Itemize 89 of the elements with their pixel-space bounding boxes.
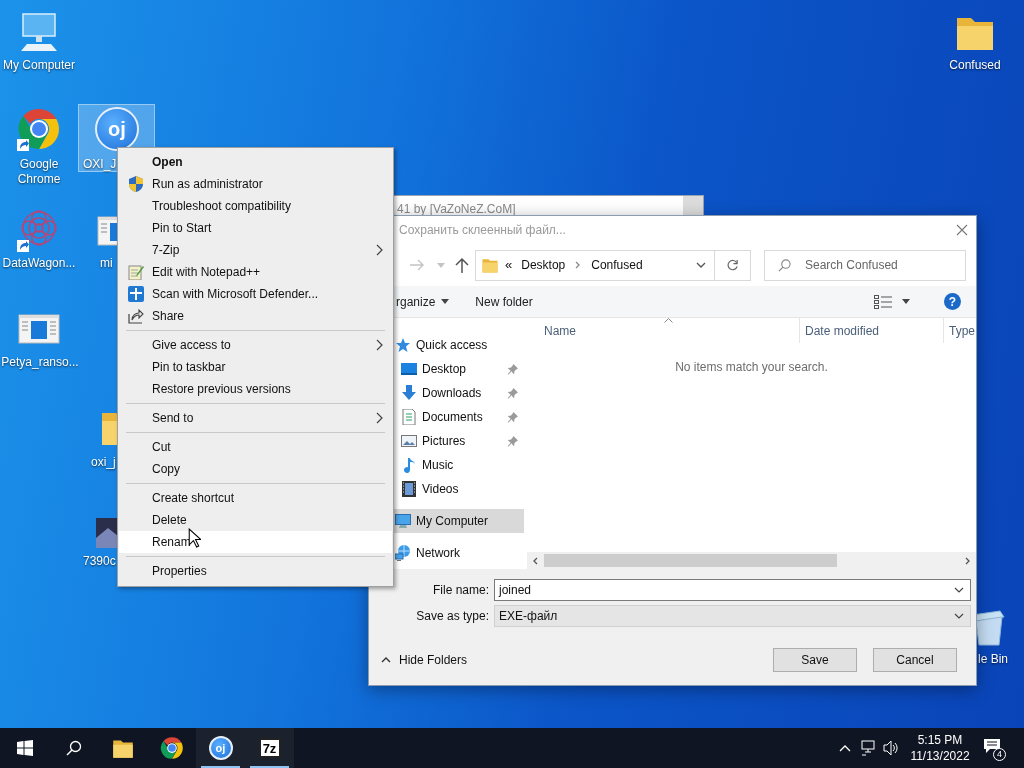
column-header[interactable]: Type: [943, 318, 976, 343]
running-indicator: [250, 766, 289, 768]
field-label: Save as type:: [415, 608, 489, 625]
pin-icon[interactable]: [507, 387, 518, 399]
archive-logo-icon: 7z: [258, 738, 281, 758]
window-title: 41 by [VaZoNeZ.CoM]: [397, 201, 516, 218]
field-label: File name:: [431, 582, 489, 599]
chevron-up-icon: [381, 657, 391, 663]
windows-logo-icon: [16, 740, 33, 756]
breadcrumb[interactable]: Confused: [591, 256, 643, 274]
desktop-icon-label[interactable]: oxi_j: [91, 455, 116, 470]
menu-item[interactable]: Run as administrator: [119, 173, 392, 195]
menu-item[interactable]: Pin to Start: [119, 217, 392, 239]
search-field[interactable]: Search Confused: [764, 249, 966, 281]
dropdown-chevron-icon[interactable]: [954, 613, 964, 619]
refresh-icon: [726, 258, 739, 272]
pin-icon[interactable]: [507, 435, 518, 447]
help-button[interactable]: ?: [944, 293, 961, 310]
share-icon: [128, 308, 144, 324]
notepad-icon: [128, 264, 144, 280]
address-bar[interactable]: « Desktop Confused: [475, 249, 715, 281]
scroll-left-icon[interactable]: [532, 556, 538, 565]
toolbar-button[interactable]: New folder: [475, 292, 533, 311]
taskbar-app[interactable]: 7z: [245, 728, 294, 768]
column-header[interactable]: Date modified: [799, 318, 943, 343]
search-icon: [778, 258, 791, 272]
desktop-icon: [401, 361, 417, 377]
scroll-box: [683, 196, 703, 216]
file-name-field[interactable]: joined: [494, 579, 971, 601]
document-icon: [401, 409, 417, 425]
chevron-right-icon: [575, 261, 582, 269]
desktop-icon-label[interactable]: 7390c: [83, 554, 116, 569]
film-icon: [401, 481, 417, 497]
menu-item[interactable]: Troubleshoot compatibility: [119, 195, 392, 217]
menu-item[interactable]: Open: [119, 151, 392, 173]
desktop-icon-label[interactable]: mi: [100, 256, 113, 271]
pin-icon[interactable]: [507, 363, 518, 375]
desktop-icon-label[interactable]: Petya_ranso...: [0, 355, 80, 370]
chevron-up-icon[interactable]: [839, 744, 851, 752]
hide-folders-button[interactable]: Hide Folders: [381, 651, 468, 669]
sort-caret-icon: [664, 318, 673, 323]
save-button[interactable]: Save: [773, 648, 857, 672]
view-options-icon[interactable]: [874, 294, 892, 309]
picture-icon: [401, 433, 417, 449]
shield-icon: [128, 176, 144, 192]
scroll-right-icon[interactable]: [965, 556, 971, 565]
breadcrumb[interactable]: Desktop: [521, 256, 566, 274]
caret-icon[interactable]: [902, 299, 910, 304]
menu-item[interactable]: Edit with Notepad++: [119, 261, 392, 283]
caret-icon: [441, 299, 450, 304]
scrollbar-thumb[interactable]: [544, 554, 837, 567]
close-icon[interactable]: [956, 224, 968, 236]
pin-icon[interactable]: [507, 411, 518, 423]
dropdown-chevron-icon[interactable]: [696, 262, 706, 268]
desktop-icon-label[interactable]: Confused: [940, 58, 1010, 73]
cancel-button[interactable]: Cancel: [873, 648, 957, 672]
clock-date: 11/13/2022: [910, 748, 970, 764]
network-icon: [395, 545, 411, 561]
up-arrow-icon[interactable]: [455, 257, 469, 273]
file-type-dropdown[interactable]: EXE-файл: [494, 605, 971, 627]
network-icon[interactable]: [861, 740, 877, 756]
computer-icon: [395, 513, 411, 529]
star-icon: [395, 337, 411, 353]
shield-cross-icon: [128, 286, 144, 302]
notification-button[interactable]: 4: [983, 738, 1003, 758]
refresh-button[interactable]: [715, 249, 751, 281]
browser-icon: [158, 735, 185, 761]
desktop-icon-label[interactable]: le Bin: [978, 652, 1009, 667]
overflow-chevron[interactable]: «: [505, 255, 513, 275]
dialog-title: Сохранить склеенный файл...: [399, 222, 566, 239]
toolbar-button[interactable]: rganize: [396, 292, 450, 311]
menu-item[interactable]: 7-Zip: [119, 239, 392, 261]
running-indicator: [201, 766, 240, 768]
column-header[interactable]: Name: [527, 318, 799, 343]
download-arrow-icon: [401, 385, 417, 401]
clock[interactable]: 5:15 PM 11/13/2022: [905, 732, 975, 764]
menu-item[interactable]: Renam: [119, 531, 392, 553]
music-note-icon: [401, 457, 417, 473]
app-logo-icon: oj: [208, 736, 233, 760]
menu-item[interactable]: Scan with Microsoft Defender...: [119, 283, 392, 305]
dropdown-chevron-icon[interactable]: [954, 587, 964, 593]
speaker-icon[interactable]: [883, 740, 899, 756]
menu-item[interactable]: Share: [119, 305, 392, 327]
cursor-icon: [188, 528, 201, 548]
empty-message: No items match your search.: [675, 359, 828, 374]
search-icon: [65, 740, 82, 756]
clock-time: 5:15 PM: [917, 732, 963, 748]
notification-badge: 4: [993, 748, 1006, 761]
horizontal-scrollbar[interactable]: [527, 552, 976, 569]
